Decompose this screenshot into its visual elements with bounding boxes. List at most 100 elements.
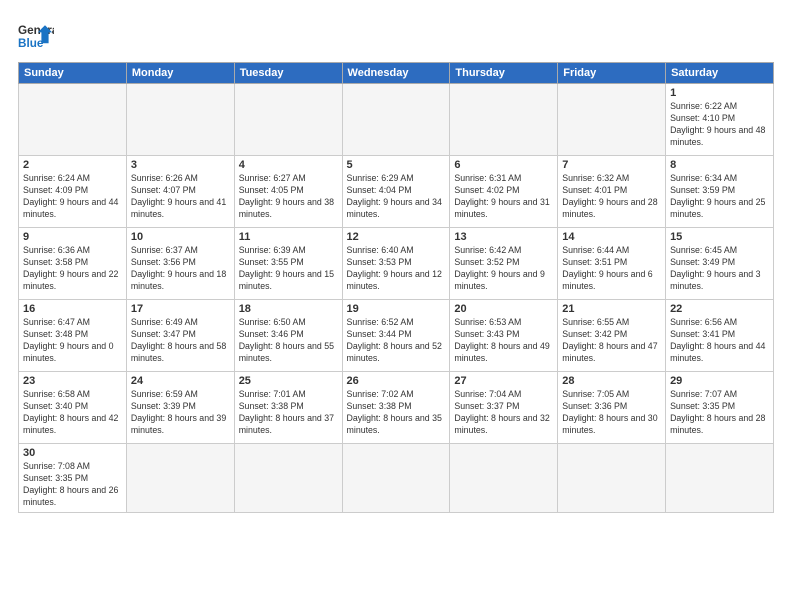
calendar-table: SundayMondayTuesdayWednesdayThursdayFrid…: [18, 62, 774, 513]
weekday-header-monday: Monday: [126, 63, 234, 84]
calendar-week-row: 9 Sunrise: 6:36 AM Sunset: 3:58 PM Daylig…: [19, 228, 774, 300]
date-number: 11: [239, 231, 338, 243]
day-info: Sunrise: 6:32 AM Sunset: 4:01 PM Dayligh…: [562, 173, 661, 221]
calendar-cell: [126, 444, 234, 513]
date-number: 18: [239, 303, 338, 315]
weekday-header-thursday: Thursday: [450, 63, 558, 84]
generalblue-icon: General Blue: [18, 18, 54, 54]
day-info: Sunrise: 6:29 AM Sunset: 4:04 PM Dayligh…: [347, 173, 446, 221]
calendar-cell: 5 Sunrise: 6:29 AM Sunset: 4:04 PM Daylig…: [342, 156, 450, 228]
day-info: Sunrise: 6:34 AM Sunset: 3:59 PM Dayligh…: [670, 173, 769, 221]
calendar-cell: 15 Sunrise: 6:45 AM Sunset: 3:49 PM Dayli…: [666, 228, 774, 300]
date-number: 30: [23, 447, 122, 459]
date-number: 12: [347, 231, 446, 243]
calendar-cell: [666, 444, 774, 513]
day-info: Sunrise: 7:08 AM Sunset: 3:35 PM Dayligh…: [23, 461, 122, 509]
calendar-cell: [558, 444, 666, 513]
calendar-cell: [450, 84, 558, 156]
day-info: Sunrise: 6:49 AM Sunset: 3:47 PM Dayligh…: [131, 317, 230, 365]
calendar-cell: 28Sunrise: 7:05 AM Sunset: 3:36 PM Dayli…: [558, 372, 666, 444]
date-number: 25: [239, 375, 338, 387]
day-info: Sunrise: 7:02 AM Sunset: 3:38 PM Dayligh…: [347, 389, 446, 437]
weekday-header-row: SundayMondayTuesdayWednesdayThursdayFrid…: [19, 63, 774, 84]
weekday-header-tuesday: Tuesday: [234, 63, 342, 84]
date-number: 7: [562, 159, 661, 171]
calendar-week-row: 23 Sunrise: 6:58 AM Sunset: 3:40 PM Dayli…: [19, 372, 774, 444]
day-info: Sunrise: 6:26 AM Sunset: 4:07 PM Dayligh…: [131, 173, 230, 221]
calendar-cell: 3 Sunrise: 6:26 AM Sunset: 4:07 PM Daylig…: [126, 156, 234, 228]
calendar-cell: 7 Sunrise: 6:32 AM Sunset: 4:01 PM Daylig…: [558, 156, 666, 228]
weekday-header-friday: Friday: [558, 63, 666, 84]
day-info: Sunrise: 6:39 AM Sunset: 3:55 PM Dayligh…: [239, 245, 338, 293]
date-number: 8: [670, 159, 769, 171]
date-number: 17: [131, 303, 230, 315]
day-info: Sunrise: 6:36 AM Sunset: 3:58 PM Dayligh…: [23, 245, 122, 293]
date-number: 29: [670, 375, 769, 387]
day-info: Sunrise: 6:58 AM Sunset: 3:40 PM Dayligh…: [23, 389, 122, 437]
calendar-cell: 25Sunrise: 7:01 AM Sunset: 3:38 PM Dayli…: [234, 372, 342, 444]
calendar-cell: [126, 84, 234, 156]
calendar-cell: [450, 444, 558, 513]
calendar-cell: 16Sunrise: 6:47 AM Sunset: 3:48 PM Dayli…: [19, 300, 127, 372]
calendar-cell: 27 Sunrise: 7:04 AM Sunset: 3:37 PM Dayli…: [450, 372, 558, 444]
day-info: Sunrise: 7:04 AM Sunset: 3:37 PM Dayligh…: [454, 389, 553, 437]
date-number: 10: [131, 231, 230, 243]
calendar-cell: 4 Sunrise: 6:27 AM Sunset: 4:05 PM Daylig…: [234, 156, 342, 228]
calendar-cell: 11 Sunrise: 6:39 AM Sunset: 3:55 PM Dayli…: [234, 228, 342, 300]
date-number: 26: [347, 375, 446, 387]
calendar-cell: [19, 84, 127, 156]
date-number: 15: [670, 231, 769, 243]
calendar-cell: 29Sunrise: 7:07 AM Sunset: 3:35 PM Dayli…: [666, 372, 774, 444]
date-number: 21: [562, 303, 661, 315]
date-number: 4: [239, 159, 338, 171]
weekday-header-saturday: Saturday: [666, 63, 774, 84]
calendar-cell: [234, 444, 342, 513]
day-info: Sunrise: 6:45 AM Sunset: 3:49 PM Dayligh…: [670, 245, 769, 293]
day-info: Sunrise: 6:53 AM Sunset: 3:43 PM Dayligh…: [454, 317, 553, 365]
day-info: Sunrise: 6:55 AM Sunset: 3:42 PM Dayligh…: [562, 317, 661, 365]
calendar-cell: [342, 84, 450, 156]
day-info: Sunrise: 6:31 AM Sunset: 4:02 PM Dayligh…: [454, 173, 553, 221]
calendar-cell: 10Sunrise: 6:37 AM Sunset: 3:56 PM Dayli…: [126, 228, 234, 300]
date-number: 6: [454, 159, 553, 171]
day-info: Sunrise: 6:56 AM Sunset: 3:41 PM Dayligh…: [670, 317, 769, 365]
weekday-header-wednesday: Wednesday: [342, 63, 450, 84]
calendar-cell: 6 Sunrise: 6:31 AM Sunset: 4:02 PM Daylig…: [450, 156, 558, 228]
date-number: 14: [562, 231, 661, 243]
calendar-cell: 18 Sunrise: 6:50 AM Sunset: 3:46 PM Dayli…: [234, 300, 342, 372]
calendar-cell: 19 Sunrise: 6:52 AM Sunset: 3:44 PM Dayli…: [342, 300, 450, 372]
date-number: 5: [347, 159, 446, 171]
date-number: 28: [562, 375, 661, 387]
calendar-week-row: 2 Sunrise: 6:24 AM Sunset: 4:09 PM Daylig…: [19, 156, 774, 228]
calendar-cell: 30 Sunrise: 7:08 AM Sunset: 3:35 PM Dayli…: [19, 444, 127, 513]
logo: General Blue: [18, 18, 54, 54]
day-info: Sunrise: 6:42 AM Sunset: 3:52 PM Dayligh…: [454, 245, 553, 293]
day-info: Sunrise: 6:24 AM Sunset: 4:09 PM Dayligh…: [23, 173, 122, 221]
calendar-cell: 13 Sunrise: 6:42 AM Sunset: 3:52 PM Dayli…: [450, 228, 558, 300]
date-number: 19: [347, 303, 446, 315]
date-number: 27: [454, 375, 553, 387]
svg-text:Blue: Blue: [18, 37, 44, 50]
calendar-cell: [342, 444, 450, 513]
calendar-cell: 9 Sunrise: 6:36 AM Sunset: 3:58 PM Daylig…: [19, 228, 127, 300]
day-info: Sunrise: 6:52 AM Sunset: 3:44 PM Dayligh…: [347, 317, 446, 365]
date-number: 1: [670, 87, 769, 99]
day-info: Sunrise: 6:47 AM Sunset: 3:48 PM Dayligh…: [23, 317, 122, 365]
calendar-cell: 1 Sunrise: 6:22 AM Sunset: 4:10 PM Daylig…: [666, 84, 774, 156]
date-number: 2: [23, 159, 122, 171]
calendar-cell: [234, 84, 342, 156]
day-info: Sunrise: 6:50 AM Sunset: 3:46 PM Dayligh…: [239, 317, 338, 365]
date-number: 9: [23, 231, 122, 243]
calendar-week-row: 16Sunrise: 6:47 AM Sunset: 3:48 PM Dayli…: [19, 300, 774, 372]
date-number: 13: [454, 231, 553, 243]
weekday-header-sunday: Sunday: [19, 63, 127, 84]
calendar-cell: 26 Sunrise: 7:02 AM Sunset: 3:38 PM Dayli…: [342, 372, 450, 444]
date-number: 23: [23, 375, 122, 387]
calendar-cell: 24Sunrise: 6:59 AM Sunset: 3:39 PM Dayli…: [126, 372, 234, 444]
calendar-week-row: 1 Sunrise: 6:22 AM Sunset: 4:10 PM Daylig…: [19, 84, 774, 156]
day-info: Sunrise: 6:22 AM Sunset: 4:10 PM Dayligh…: [670, 101, 769, 149]
date-number: 3: [131, 159, 230, 171]
date-number: 22: [670, 303, 769, 315]
day-info: Sunrise: 6:44 AM Sunset: 3:51 PM Dayligh…: [562, 245, 661, 293]
day-info: Sunrise: 6:27 AM Sunset: 4:05 PM Dayligh…: [239, 173, 338, 221]
